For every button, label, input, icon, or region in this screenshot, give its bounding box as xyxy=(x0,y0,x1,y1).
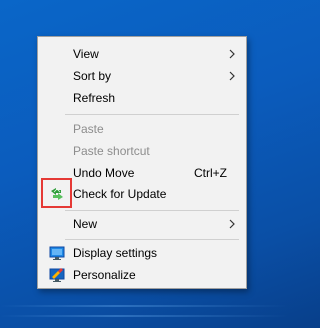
menu-item-label: Refresh xyxy=(73,91,116,105)
wallpaper-streak xyxy=(0,315,288,317)
menu-item-paste-shortcut: Paste shortcut xyxy=(38,140,246,162)
menu-item-refresh[interactable]: Refresh xyxy=(38,87,246,109)
menu-item-label: Paste xyxy=(73,122,104,136)
menu-item-label: New xyxy=(73,217,98,231)
menu-item-label: View xyxy=(73,47,99,61)
wallpaper-streak xyxy=(0,305,288,307)
chevron-right-icon xyxy=(229,49,235,59)
menu-item-label: Display settings xyxy=(73,246,158,260)
menu-item-paste: Paste xyxy=(38,118,246,140)
menu-separator xyxy=(65,239,239,240)
menu-item-view[interactable]: View xyxy=(38,43,246,65)
menu-item-sort-by[interactable]: Sort by xyxy=(38,65,246,87)
menu-item-new[interactable]: New xyxy=(38,213,246,235)
annotation-highlight-box xyxy=(41,178,72,208)
menu-item-label: Check for Update xyxy=(73,187,167,201)
menu-item-personalize[interactable]: Personalize xyxy=(38,264,246,286)
menu-item-display-settings[interactable]: Display settings xyxy=(38,242,246,264)
menu-item-shortcut: Ctrl+Z xyxy=(194,166,227,180)
display-icon xyxy=(49,246,65,260)
menu-separator xyxy=(65,210,239,211)
desktop-context-menu: View Sort by Refresh Paste Paste shortcu… xyxy=(37,36,247,289)
menu-item-label: Paste shortcut xyxy=(73,144,150,158)
chevron-right-icon xyxy=(229,219,235,229)
menu-separator xyxy=(65,114,239,115)
menu-item-label: Personalize xyxy=(73,268,136,282)
menu-item-label: Undo Move xyxy=(73,166,135,180)
menu-item-label: Sort by xyxy=(73,69,112,83)
chevron-right-icon xyxy=(229,71,235,81)
personalize-icon xyxy=(49,268,65,282)
